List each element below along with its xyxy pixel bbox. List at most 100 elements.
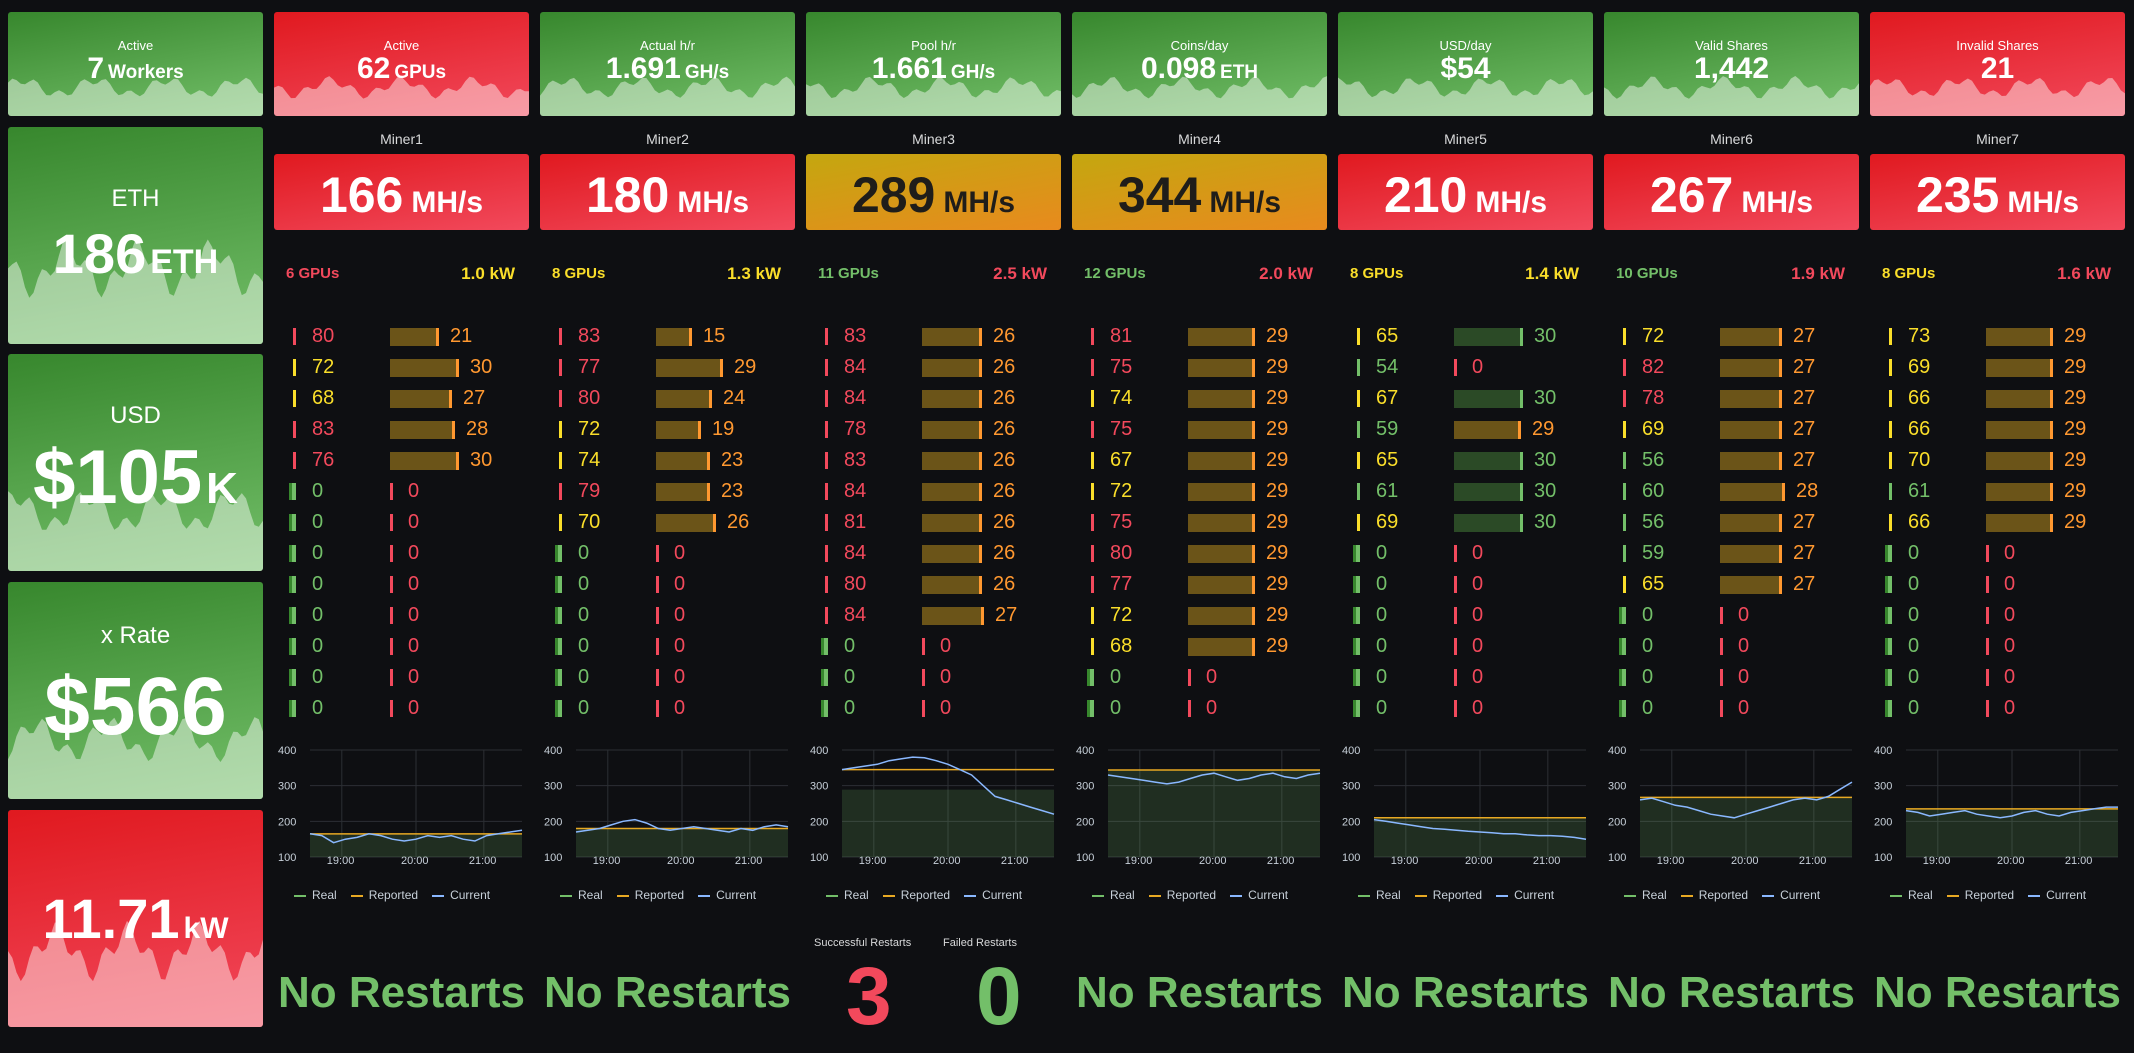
legend-label: Reported [1166, 888, 1217, 902]
hashrate-chart: 400 300 200 100 19:00 20:00 21:00 [1872, 740, 2122, 867]
legend-item-real[interactable]: Real [1358, 888, 1401, 902]
gpu-row: 54 0 [1338, 353, 1593, 384]
gpu-temp: 0 [844, 697, 856, 719]
gpu-temp: 68 [1110, 635, 1133, 657]
gpu-temp: 65 [1376, 449, 1399, 471]
gpu-fan: 26 [993, 573, 1016, 595]
gpu-temp: 66 [1908, 387, 1931, 409]
gpu-temp: 0 [578, 542, 590, 564]
stat-panel-4: Coins/day 0.098 ETH [1072, 12, 1327, 116]
chart-legend[interactable]: Real Reported Current [826, 888, 1036, 902]
gpu-row: 69 27 [1604, 415, 1859, 446]
temp-gauge [1889, 483, 1892, 500]
stat-panel-7-title: Invalid Shares [1956, 38, 2039, 53]
fan-gauge [1720, 576, 1782, 594]
chart-legend[interactable]: Real Reported Current [1358, 888, 1568, 902]
fan-gauge [656, 452, 710, 470]
legend-item-current[interactable]: Current [2028, 888, 2086, 902]
chart-legend[interactable]: Real Reported Current [1624, 888, 1834, 902]
gpu-fan: 0 [1472, 573, 1484, 595]
legend-item-real[interactable]: Real [1092, 888, 1135, 902]
gpu-fan: 29 [2064, 387, 2087, 409]
y-tick-label: 400 [1608, 745, 1626, 757]
gpu-temp: 74 [578, 449, 601, 471]
gpu-fan: 30 [470, 356, 493, 378]
legend-item-reported[interactable]: Reported [1148, 888, 1217, 902]
gpu-temp: 0 [312, 480, 324, 502]
chart-legend[interactable]: Real Reported Current [1092, 888, 1302, 902]
hashrate-unit: MH/s [1741, 186, 1814, 219]
gpu-fan: 0 [408, 573, 420, 595]
gpu-fan: 29 [1266, 356, 1289, 378]
gpu-fan: 24 [723, 387, 746, 409]
gpu-fan: 0 [2004, 542, 2016, 564]
fan-gauge [390, 545, 393, 562]
gpu-temp: 0 [844, 635, 856, 657]
legend-item-real[interactable]: Real [560, 888, 603, 902]
gpu-temp: 72 [578, 418, 601, 440]
gpu-fan: 27 [1793, 542, 1816, 564]
chart-legend[interactable]: Real Reported Current [1890, 888, 2100, 902]
gpu-fan: 29 [1266, 325, 1289, 347]
legend-item-reported[interactable]: Reported [616, 888, 684, 902]
gpu-fan: 0 [2004, 573, 2016, 595]
temp-gauge [292, 514, 296, 531]
legend-item-current[interactable]: Current [1230, 888, 1288, 902]
temp-gauge [1889, 390, 1892, 407]
legend-item-reported[interactable]: Reported [1680, 888, 1748, 902]
gpu-row: 59 27 [1604, 539, 1859, 570]
legend-swatch [1414, 894, 1427, 897]
temp-gauge [1091, 545, 1094, 562]
legend-label: Reported [368, 888, 419, 902]
gpu-fan: 0 [408, 604, 420, 626]
y-tick-label: 400 [544, 745, 562, 757]
legend-item-real[interactable]: Real [294, 888, 337, 902]
chart-legend[interactable]: Real Reported Current [560, 888, 770, 902]
legend-item-reported[interactable]: Reported [882, 888, 950, 902]
fan-gauge [1986, 638, 1989, 655]
legend-item-real[interactable]: Real [826, 888, 869, 902]
y-tick-label: 100 [1342, 852, 1360, 864]
gpu-fan: 0 [1472, 604, 1484, 626]
gpu-row: 00 [1870, 539, 2125, 570]
y-tick-label: 200 [810, 816, 828, 828]
gpu-temp: 73 [1908, 325, 1931, 347]
legend-swatch [1496, 894, 1509, 897]
fan-gauge [1454, 390, 1523, 408]
gpu-fan: 0 [1738, 635, 1750, 657]
legend-item-current[interactable]: Current [432, 888, 490, 902]
gpu-fan: 0 [408, 542, 420, 564]
gpu-temp: 0 [1376, 542, 1388, 564]
legend-item-current[interactable]: Current [964, 888, 1022, 902]
temp-gauge [1091, 452, 1094, 469]
temp-gauge [824, 700, 828, 717]
stat-panel-1-number: 62 [356, 52, 391, 85]
miner-hashrate-panel: 289 MH/s [806, 154, 1061, 230]
gpu-row: 80 29 [1072, 539, 1327, 570]
gpu-row: 00 [806, 663, 1061, 694]
gpu-row: 84 26 [806, 477, 1061, 508]
gpu-row: 70 29 [1870, 446, 2125, 477]
legend-item-reported[interactable]: Reported [1946, 888, 2014, 902]
chart-legend[interactable]: Real Reported Current [294, 888, 504, 902]
legend-item-real[interactable]: Real [1624, 888, 1667, 902]
gpu-fan: 30 [1534, 449, 1557, 471]
gpu-fan: 0 [1472, 697, 1484, 719]
legend-item-current[interactable]: Current [698, 888, 756, 902]
gpu-fan: 29 [1266, 387, 1289, 409]
hashrate-chart: 400 300 200 100 19:00 20:00 21:00 [1074, 740, 1324, 867]
gpu-row: 84 26 [806, 384, 1061, 415]
temp-gauge [1356, 700, 1360, 717]
legend-item-reported[interactable]: Reported [350, 888, 419, 902]
y-tick-label: 200 [1076, 816, 1094, 828]
legend-item-current[interactable]: Current [1496, 888, 1554, 902]
fan-gauge [1720, 359, 1782, 377]
gpu-row: 00 [540, 632, 795, 663]
gpu-row: 00 [806, 694, 1061, 725]
legend-item-real[interactable]: Real [1890, 888, 1933, 902]
left-stat-3: 11.71 kW [8, 810, 263, 1027]
gpu-fan: 29 [1266, 449, 1289, 471]
legend-item-reported[interactable]: Reported [1414, 888, 1482, 902]
legend-item-current[interactable]: Current [1762, 888, 1820, 902]
y-tick-label: 100 [1608, 852, 1626, 864]
